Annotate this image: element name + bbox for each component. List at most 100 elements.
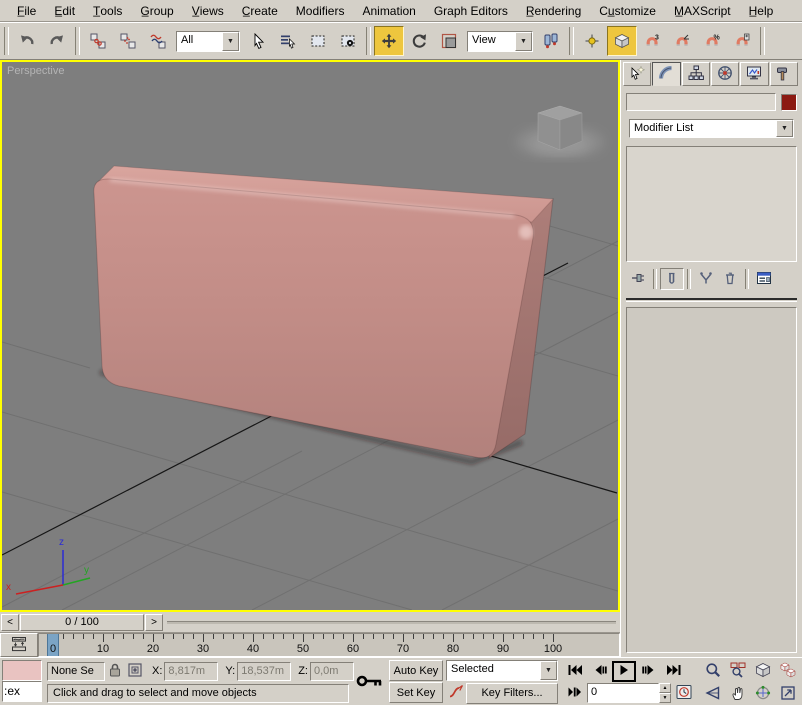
key-mode-toggle-button[interactable]	[562, 683, 587, 703]
listener-line[interactable]: :ex	[2, 681, 42, 702]
select-and-scale-button[interactable]	[434, 26, 464, 56]
zoom-all-button[interactable]	[726, 661, 750, 682]
previous-frame-button[interactable]	[587, 661, 612, 681]
frame-spinner[interactable]: ▲ ▼	[659, 683, 671, 703]
zoom-extents-all-button[interactable]	[776, 661, 800, 682]
snaps-toggle-3d-button[interactable]: 3	[637, 26, 667, 56]
ruler-tick	[383, 634, 384, 639]
use-pivot-point-center-button[interactable]	[536, 26, 566, 56]
menu-create[interactable]: C̲reate	[233, 1, 287, 21]
make-unique-button[interactable]	[694, 268, 718, 290]
tab-modify[interactable]	[652, 62, 681, 86]
key-filters-button[interactable]: Key Filters...	[466, 682, 558, 704]
ruler-label: 60	[346, 643, 360, 655]
angle-snap-toggle-button[interactable]	[667, 26, 697, 56]
select-and-link-button[interactable]	[83, 26, 113, 56]
play-button[interactable]	[612, 660, 636, 682]
select-and-manipulate-button[interactable]	[577, 26, 607, 56]
set-key-button[interactable]: Set Key	[389, 682, 443, 703]
perspective-viewport[interactable]: Perspective z x y	[0, 60, 620, 612]
zoom-extents-button[interactable]	[751, 661, 775, 682]
time-slider-thumb[interactable]: 0 / 100	[20, 613, 144, 631]
reference-coordinate-system-dropdown[interactable]: View ▼	[467, 30, 533, 52]
redo-button[interactable]	[42, 26, 72, 56]
select-and-rotate-button[interactable]	[404, 26, 434, 56]
tab-hierarchy[interactable]	[681, 62, 710, 86]
modifier-list-dropdown[interactable]: Modifier List ▼	[629, 119, 794, 138]
go-to-start-button[interactable]	[562, 661, 587, 681]
pin-stack-button[interactable]	[626, 268, 650, 290]
track-bar-ruler[interactable]: 0 10 20 30 40 50 60 70 80 90 100	[38, 633, 620, 657]
arc-rotate-button[interactable]	[751, 684, 775, 705]
unlink-selection-button[interactable]	[113, 26, 143, 56]
modifier-stack-list[interactable]	[626, 146, 797, 262]
object-color-swatch[interactable]	[781, 93, 797, 111]
time-slider-groove[interactable]	[167, 620, 616, 624]
menu-help[interactable]: H̲elp	[740, 1, 783, 21]
bind-to-space-warp-button[interactable]	[143, 26, 173, 56]
window-crossing-button[interactable]	[333, 26, 363, 56]
z-coord-field[interactable]: 0,0m	[309, 661, 354, 681]
absolute-mode-transform-toggle[interactable]	[125, 661, 145, 681]
scene-box-object[interactable]	[93, 165, 555, 460]
go-to-end-button[interactable]	[661, 661, 686, 681]
menu-maxscript[interactable]: M̲AXScript	[665, 1, 740, 21]
snaps-toggle-button[interactable]	[607, 26, 637, 56]
maxscript-mini-listener[interactable]: :ex	[0, 659, 44, 705]
default-tangent-button[interactable]	[446, 683, 466, 703]
menu-graph-editors[interactable]: Graph Editors	[425, 1, 517, 21]
zoom-button[interactable]	[701, 661, 725, 682]
min-max-toggle-button[interactable]	[776, 684, 800, 705]
svg-text:x: x	[6, 582, 11, 593]
viewport-label[interactable]: Perspective	[7, 65, 64, 77]
undo-button[interactable]	[12, 26, 42, 56]
selection-filter-dropdown[interactable]: All ▼	[176, 30, 240, 52]
menu-file[interactable]: F̲ile	[8, 1, 45, 21]
time-configuration-button[interactable]	[671, 683, 696, 703]
tab-create[interactable]	[623, 62, 652, 86]
spinner-down-icon[interactable]: ▼	[659, 693, 671, 703]
panel-splitter[interactable]	[626, 298, 797, 302]
current-frame-field[interactable]: 0	[587, 683, 659, 703]
macro-recorder-line[interactable]	[2, 660, 42, 681]
spinner-snap-toggle-button[interactable]	[727, 26, 757, 56]
percent-snap-toggle-button[interactable]: %	[697, 26, 727, 56]
modifier-list-label: Modifier List	[634, 122, 694, 134]
tab-utilities[interactable]	[769, 62, 798, 86]
field-of-view-button[interactable]	[701, 684, 725, 705]
key-mode-dropdown[interactable]: Selected ▼	[446, 660, 558, 681]
menu-customize[interactable]: Cu̲stomize	[590, 1, 665, 21]
configure-modifier-sets-button[interactable]	[752, 268, 776, 290]
scene-ghost-cube[interactable]	[516, 105, 604, 159]
menu-edit[interactable]: E̲dit	[45, 1, 84, 21]
tab-motion[interactable]	[710, 62, 740, 86]
time-slider-prev-button[interactable]: <	[1, 613, 19, 631]
select-by-name-button[interactable]	[273, 26, 303, 56]
selection-lock-toggle[interactable]	[105, 661, 125, 681]
pan-button[interactable]	[726, 684, 750, 705]
window-crossing-icon	[340, 33, 356, 49]
rectangular-selection-region-button[interactable]	[303, 26, 333, 56]
select-and-move-button[interactable]	[374, 26, 404, 56]
menu-rendering[interactable]: R̲endering	[517, 1, 590, 21]
show-end-result-button[interactable]	[660, 268, 684, 290]
select-object-button[interactable]	[243, 26, 273, 56]
menu-modifiers[interactable]: Modifiers	[287, 1, 354, 21]
open-mini-curve-editor-button[interactable]	[0, 633, 38, 657]
menu-group[interactable]: G̲roup	[131, 1, 182, 21]
x-coord-field[interactable]: 8,817m	[164, 661, 219, 681]
y-coord-field[interactable]: 18,537m	[237, 661, 292, 681]
menu-animation[interactable]: Animation	[353, 1, 424, 21]
tab-display[interactable]	[740, 62, 769, 86]
spinner-up-icon[interactable]: ▲	[659, 683, 671, 693]
remove-modifier-button[interactable]	[718, 268, 742, 290]
next-frame-button[interactable]	[636, 661, 661, 681]
menu-views[interactable]: V̲iews	[183, 1, 233, 21]
toolbar-separator	[4, 27, 9, 55]
set-keys-button[interactable]	[352, 659, 388, 705]
time-slider-next-button[interactable]: >	[145, 613, 163, 631]
object-name-field[interactable]	[626, 93, 776, 111]
menu-tools[interactable]: T̲ools	[84, 1, 131, 21]
auto-key-button[interactable]: Auto Key	[389, 660, 443, 681]
rollout-area[interactable]	[626, 307, 797, 653]
